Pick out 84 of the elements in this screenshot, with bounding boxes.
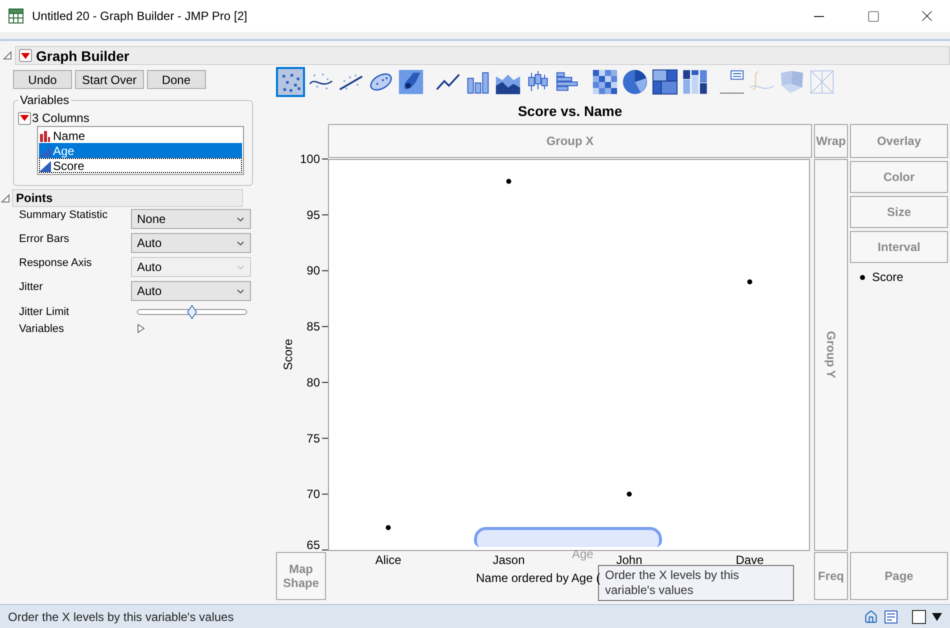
option-label: Jitter Limit [19, 306, 70, 318]
triangle-down-icon [21, 52, 30, 58]
bar-chart-icon [39, 130, 51, 142]
y-tick-label: 95 [306, 208, 320, 222]
group-label: Variables [19, 93, 70, 107]
section-title: Points [12, 189, 243, 207]
mosaic-icon [682, 69, 708, 95]
triangle-down-icon [20, 115, 29, 121]
graph-type-button[interactable] [680, 67, 709, 97]
disclosure-triangle-icon[interactable] [3, 51, 12, 60]
column-item[interactable]: Age [39, 143, 242, 158]
caption-box-icon [718, 69, 744, 95]
y-tick-label: 85 [306, 320, 320, 334]
action-button[interactable]: Undo [13, 70, 72, 89]
drop-zone[interactable]: Group X [328, 124, 812, 158]
slider-thumb[interactable] [187, 304, 197, 318]
column-item[interactable]: Score [39, 158, 242, 173]
columns-label: 3 Columns [32, 111, 90, 125]
drop-zone[interactable]: Overlay [850, 124, 948, 158]
drop-zone[interactable]: Color [850, 161, 948, 193]
y-tick-label: 75 [306, 431, 320, 446]
y-axis-tick [322, 326, 328, 328]
graph-type-button[interactable] [650, 67, 679, 97]
checkbox[interactable] [912, 610, 926, 624]
disclosure-triangle-icon[interactable] [137, 324, 146, 333]
ramp-icon [39, 144, 51, 156]
status-text: Order the X levels by this variable's values [8, 610, 235, 624]
dropdown[interactable]: Auto [131, 281, 251, 301]
y-axis-tick [322, 382, 328, 383]
x-axis-title: Name ordered by Age ( [476, 571, 600, 585]
action-button[interactable]: Done [146, 70, 206, 89]
pie-chart-icon [622, 69, 648, 95]
maximize-icon [866, 10, 880, 22]
option-label: Variables [19, 322, 66, 334]
y-axis-tick [322, 438, 328, 439]
parallel-lines-icon [808, 69, 834, 95]
dropdown[interactable]: Auto [131, 233, 251, 253]
drop-zone[interactable]: Map Shape [276, 552, 326, 600]
y-tick-label: 80 [306, 375, 320, 390]
y-axis-tick [322, 270, 328, 272]
drop-zone[interactable]: Size [850, 196, 948, 228]
x-tick-label: John [616, 553, 642, 567]
y-axis-title: Score [281, 338, 295, 370]
dropdown-arrow-icon[interactable] [932, 612, 942, 620]
home-icon[interactable] [864, 610, 878, 624]
y-axis-tick [322, 214, 328, 216]
option-label: Error Bars [19, 233, 70, 245]
y-tick-label: 65 [306, 538, 320, 552]
graph-type-button[interactable] [620, 67, 649, 97]
treemap-icon [652, 69, 678, 95]
y-tick-label: 100 [300, 152, 320, 166]
option-label: Jitter [19, 281, 44, 293]
dropdown[interactable]: None [131, 209, 251, 229]
window-title: Untitled 20 - Graph Builder - JMP Pro [2] [32, 9, 248, 23]
x-tick-label: Dave [736, 553, 764, 567]
y-axis-tick [322, 494, 328, 495]
graph-type-button[interactable] [590, 67, 619, 97]
disclosure-triangle-icon[interactable] [1, 194, 10, 202]
option-label: Response Axis [19, 257, 93, 269]
drop-zone[interactable]: Page [850, 552, 948, 600]
x-tick-label: Jason [492, 553, 525, 567]
menu-button[interactable] [19, 49, 32, 62]
y-axis-tick [322, 158, 328, 160]
action-button[interactable]: Start Over [75, 70, 144, 89]
legend-label: Score [872, 270, 904, 284]
column-item[interactable]: Name [39, 128, 242, 143]
option-label: Summary Statistic [19, 209, 109, 221]
menu-button[interactable] [18, 112, 31, 124]
map-shape-icon [778, 69, 804, 95]
drag-label: Age [572, 548, 594, 561]
app-grid-icon [8, 8, 24, 24]
drop-zone[interactable]: Wrap [814, 124, 848, 158]
contour-icon [398, 69, 424, 95]
y-tick-label: 90 [306, 264, 320, 278]
drop-zone[interactable]: Freq [814, 552, 848, 600]
drop-zone[interactable]: Group Y [814, 159, 848, 551]
graph-type-button[interactable] [396, 67, 425, 97]
heatmap-icon [592, 69, 618, 95]
y-tick-label: 70 [306, 487, 320, 502]
list-icon[interactable] [884, 610, 898, 624]
chart-title: Score vs. Name [516, 102, 624, 121]
drop-zone[interactable]: Interval [850, 231, 948, 263]
panel-title: Graph Builder [36, 48, 130, 64]
x-tick-label: Alice [375, 553, 402, 567]
